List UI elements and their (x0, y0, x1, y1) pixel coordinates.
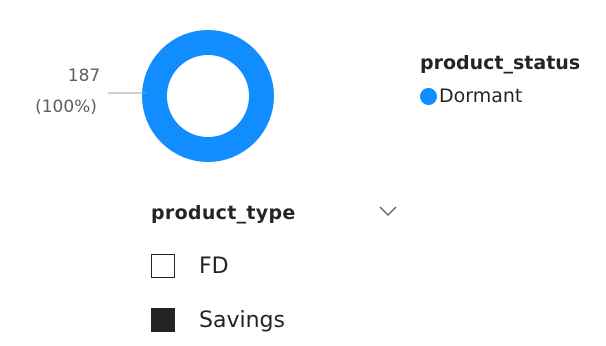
slicer-item-savings[interactable]: Savings (150, 303, 410, 337)
slicer-title: product_type (151, 202, 296, 224)
chevron-down-icon[interactable] (378, 204, 398, 218)
checkbox-unchecked[interactable] (151, 254, 175, 278)
donut-chart-svg: 187 (100%) (35, 30, 274, 162)
slicer-item-fd[interactable]: FD (150, 249, 410, 283)
donut-chart[interactable]: 187 (100%) (0, 0, 420, 190)
chart-legend: product_status Dormant (420, 52, 606, 107)
slicer-item-label: FD (199, 253, 229, 279)
checkbox-checked[interactable] (151, 308, 175, 332)
donut-slice-dormant[interactable] (142, 30, 274, 162)
data-label-percent: (100%) (35, 97, 97, 117)
legend-title: product_status (420, 52, 581, 74)
slicer-header: product_type (150, 196, 410, 236)
legend-label: Dormant (439, 85, 523, 107)
legend-marker (420, 87, 437, 105)
slicer-item-label: Savings (199, 307, 285, 333)
legend-item-dormant[interactable]: Dormant (420, 85, 606, 107)
product-type-slicer: product_type FD Savings (150, 196, 410, 337)
data-label-value: 187 (68, 66, 100, 86)
